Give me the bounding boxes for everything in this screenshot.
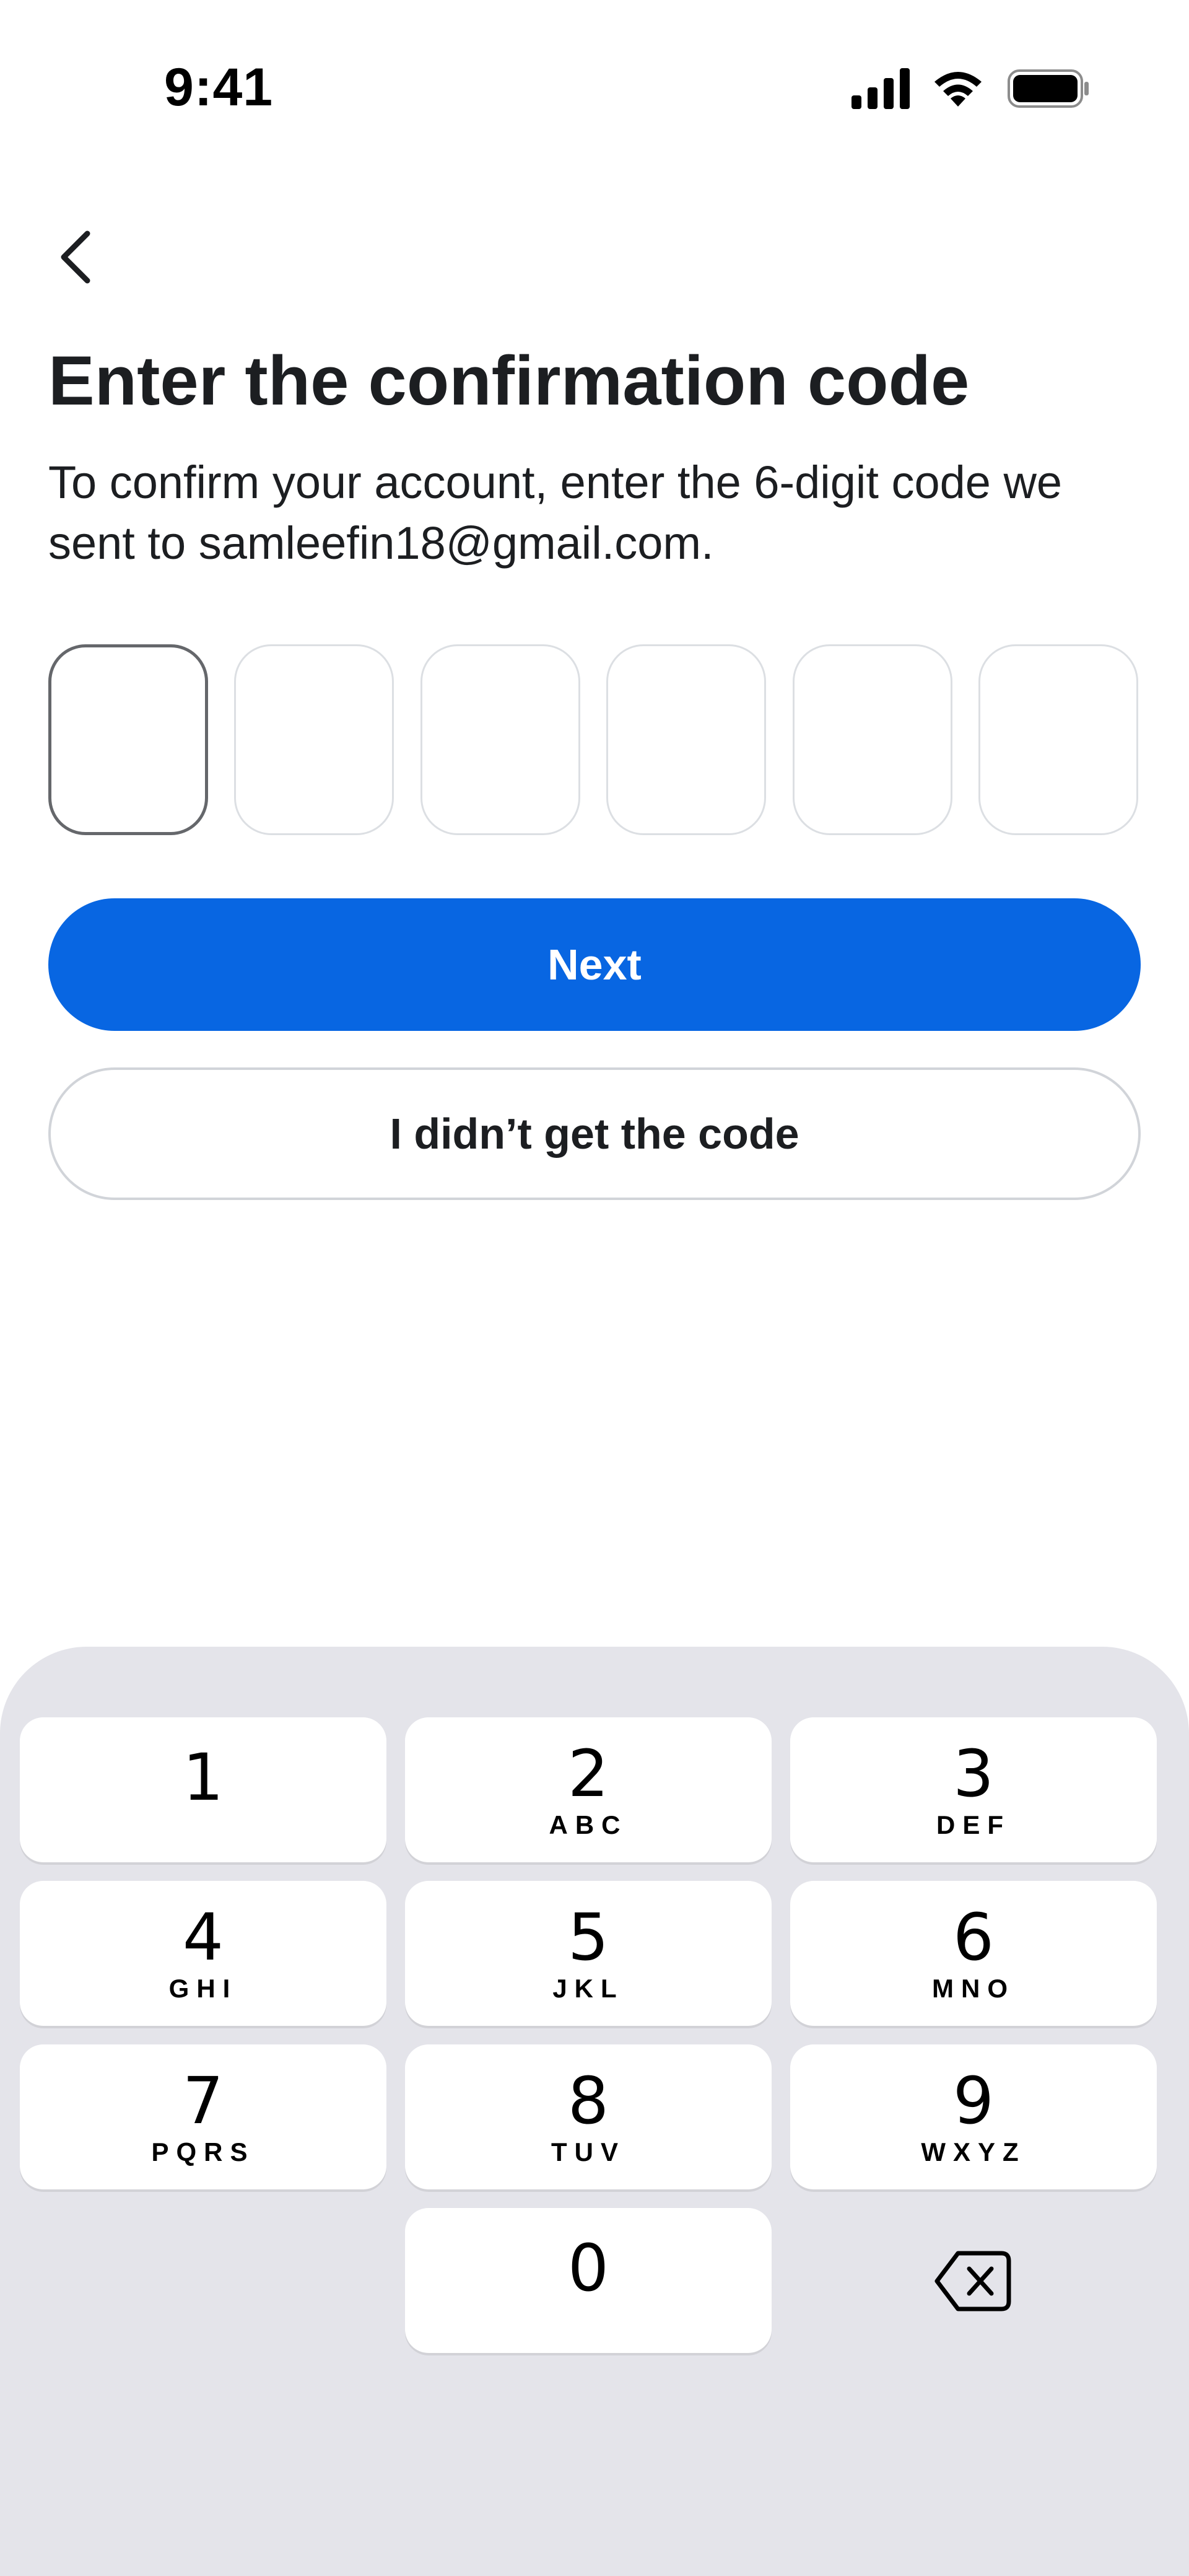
key-9-digit: 9 (952, 2063, 995, 2139)
key-7-digit: 7 (182, 2063, 224, 2139)
key-0[interactable]: 0 (405, 2208, 772, 2353)
status-time: 9:41 (164, 58, 274, 117)
code-digit-4[interactable] (606, 644, 767, 835)
key-7[interactable]: 7 PQRS (20, 2044, 386, 2189)
key-0-digit: 0 (567, 2230, 609, 2306)
key-2[interactable]: 2 ABC (405, 1717, 772, 1862)
page-subtitle: To confirm your account, enter the 6-dig… (48, 457, 1063, 569)
key-8-letters: TUV (551, 2137, 625, 2166)
code-digit-2[interactable] (234, 644, 394, 835)
confirmation-code-input (48, 644, 1138, 838)
battery-icon (1008, 69, 1089, 108)
key-4-letters: GHI (168, 1974, 238, 2003)
delete-key[interactable] (790, 2209, 1157, 2354)
key-3[interactable]: 3 DEF (790, 1717, 1157, 1862)
key-6-letters: MNO (932, 1974, 1015, 2003)
code-digit-1[interactable] (48, 644, 208, 835)
key-1[interactable]: 1 (20, 1717, 386, 1862)
key-2-letters: ABC (549, 1810, 628, 1839)
key-4-digit: 4 (182, 1899, 224, 1975)
status-icons (851, 67, 1090, 109)
backspace-icon (934, 2251, 1011, 2311)
key-3-letters: DEF (936, 1810, 1011, 1839)
key-3-digit: 3 (952, 1736, 995, 1812)
key-5-digit: 5 (567, 1899, 609, 1975)
next-button[interactable]: Next (48, 898, 1141, 1031)
chevron-left-icon (61, 230, 90, 284)
key-9-letters: WXYZ (921, 2137, 1026, 2166)
key-4[interactable]: 4 GHI (20, 1881, 386, 2026)
key-8-digit: 8 (567, 2063, 609, 2139)
code-digit-3[interactable] (420, 644, 580, 835)
key-2-digit: 2 (567, 1736, 609, 1812)
key-7-letters: PQRS (151, 2137, 255, 2166)
page-title: Enter the confirmation code (48, 342, 970, 419)
key-5-letters: JKL (552, 1974, 624, 2003)
key-9[interactable]: 9 WXYZ (790, 2044, 1157, 2189)
key-6[interactable]: 6 MNO (790, 1881, 1157, 2026)
cellular-signal-icon (851, 68, 910, 109)
wifi-icon (934, 72, 982, 107)
key-6-digit: 6 (952, 1899, 995, 1975)
code-digit-6[interactable] (978, 644, 1138, 835)
back-button[interactable] (45, 223, 107, 291)
key-5[interactable]: 5 JKL (405, 1881, 772, 2026)
key-8[interactable]: 8 TUV (405, 2044, 772, 2189)
key-1-digit: 1 (182, 1740, 224, 1815)
didnt-get-code-button[interactable]: I didn’t get the code (48, 1067, 1141, 1200)
code-digit-5[interactable] (792, 644, 952, 835)
